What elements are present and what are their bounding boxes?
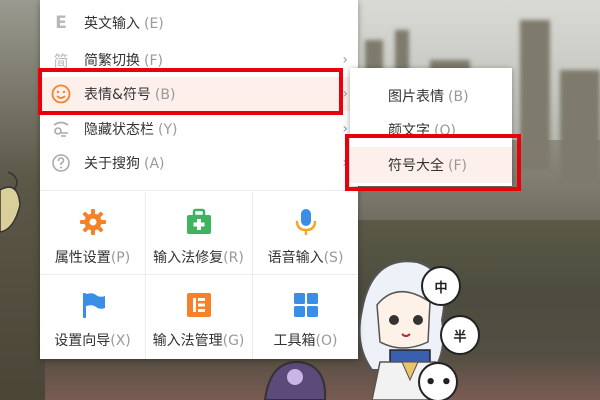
- grid-item-ime-repair[interactable]: 输入法修复(R): [146, 192, 251, 274]
- flag-icon: [82, 293, 105, 318]
- microphone-icon: [295, 209, 316, 235]
- hide-statusbar-icon: [50, 118, 72, 140]
- speech-bubble: 半: [440, 315, 480, 355]
- speech-bubble: 中: [421, 266, 461, 306]
- submenu-item-image-emoji[interactable]: 图片表情 (B): [350, 78, 512, 114]
- context-menu: E 英文输入 (E) 简 简繁切换 (F) › 表情&符号 (B) › 隐藏状态栏 (Y: [40, 0, 358, 359]
- repair-kit-icon: [186, 208, 211, 234]
- grid-item-voice-input[interactable]: 语音输入(S): [253, 192, 358, 274]
- grid-item-toolbox[interactable]: 工具箱(O): [253, 275, 358, 357]
- small-character-illustration: [263, 360, 327, 400]
- grid-item-setup-wizard[interactable]: 设置向导(X): [40, 275, 145, 357]
- grid-item-ime-management[interactable]: 输入法管理(G): [146, 275, 251, 357]
- menu-item-about-sogou[interactable]: 关于搜狗 (A) ›: [40, 146, 358, 180]
- menu-item-hide-statusbar[interactable]: 隐藏状态栏 (Y) ›: [40, 112, 358, 146]
- highlight-box-symbol-collection: [345, 134, 521, 191]
- chevron-right-icon: ›: [342, 86, 348, 102]
- menu-divider: [40, 190, 358, 191]
- ime-manage-icon: [186, 293, 211, 317]
- highlight-box-emoji-symbols: [38, 68, 343, 115]
- chevron-right-icon: ›: [342, 52, 348, 68]
- toolbox-grid-icon: [293, 293, 318, 317]
- question-circle-icon: [50, 152, 72, 174]
- grid-item-properties[interactable]: 属性设置(P): [40, 192, 145, 274]
- gear-icon: [79, 209, 106, 235]
- tool-grid: 属性设置(P) 输入法修复(R) 语音输入(S) 设置向导(X) 输入法管理(G…: [40, 192, 358, 359]
- speech-bubble: • •: [418, 362, 458, 400]
- menu-item-english-input[interactable]: E 英文输入 (E): [40, 6, 358, 40]
- left-edge-figure: [0, 171, 21, 233]
- letter-e-icon: E: [55, 13, 67, 33]
